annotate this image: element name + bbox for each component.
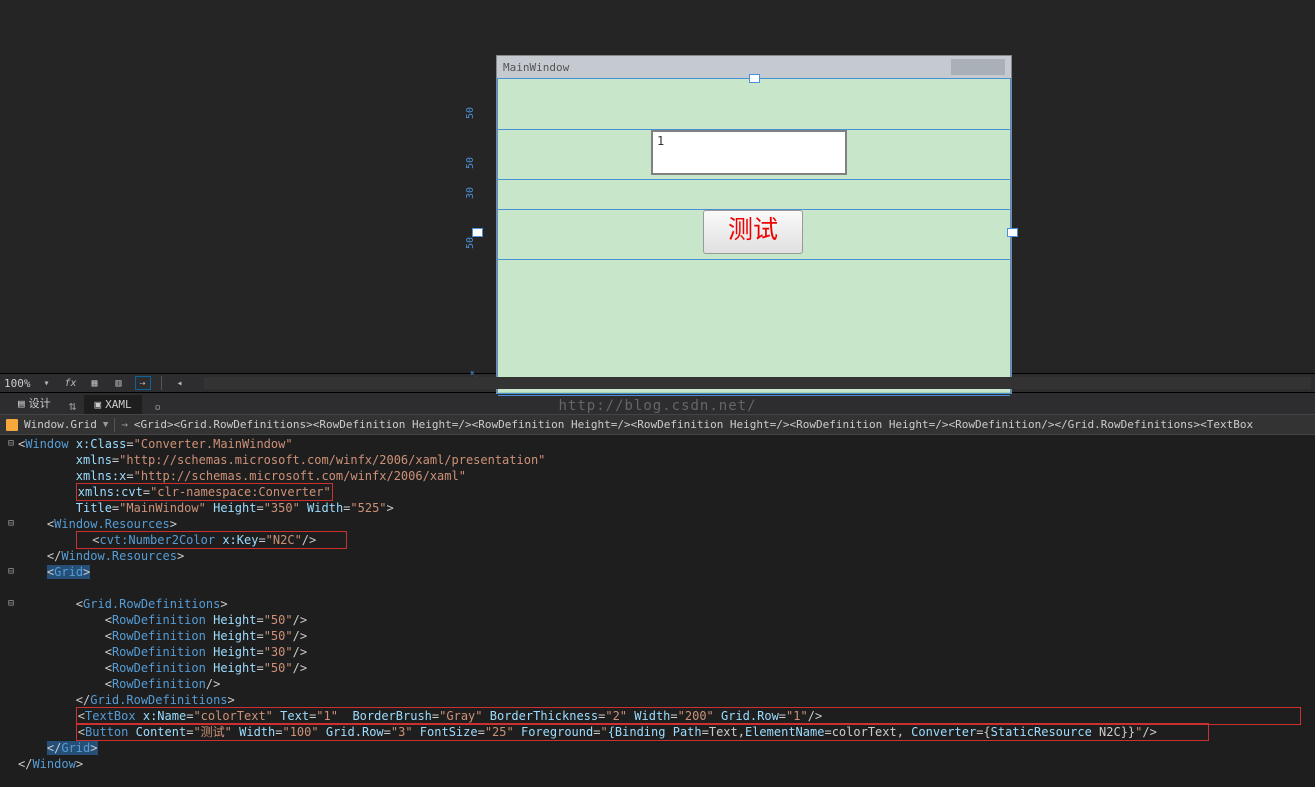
resize-handle-right[interactable]	[1007, 228, 1018, 237]
xaml-icon: ▣	[94, 398, 101, 411]
divider	[161, 376, 162, 390]
close-icon	[987, 59, 1005, 75]
snapping-icon[interactable]: ▥	[111, 376, 127, 390]
grid-row-line: 50	[498, 259, 1010, 260]
row-height-label: 30	[465, 187, 476, 199]
scroll-left-icon[interactable]: ◂	[172, 376, 188, 390]
resize-handle-left[interactable]	[472, 228, 483, 237]
grid-icon[interactable]: ▦	[87, 376, 103, 390]
swap-panes-icon[interactable]: ⇅	[69, 399, 77, 414]
breadcrumb-path[interactable]: <Grid><Grid.RowDefinitions><RowDefinitio…	[134, 418, 1253, 431]
min-icon	[951, 59, 969, 75]
preview-window-buttons	[951, 59, 1005, 75]
fx-icon[interactable]: fx	[63, 376, 79, 390]
xaml-breadcrumb-bar: Window.Grid ▼ → <Grid><Grid.RowDefinitio…	[0, 415, 1315, 435]
xaml-editor[interactable]: ⊟<Window x:Class="Converter.MainWindow" …	[0, 435, 1315, 787]
preview-textbox[interactable]: 1	[651, 130, 847, 175]
preview-button[interactable]: 测试	[703, 210, 803, 254]
row-height-label: 50	[465, 237, 476, 249]
resize-handle-top[interactable]	[749, 74, 760, 83]
snap-lines-icon[interactable]: ⇢	[135, 376, 151, 390]
grid-row-line: 1*	[498, 395, 1010, 396]
arrow-right-icon: →	[121, 418, 128, 431]
breadcrumb-element[interactable]: Window.Grid	[24, 418, 97, 431]
zoom-level[interactable]: 100%	[4, 377, 31, 390]
preview-client[interactable]: 50 50 30 50 1* 1 测试	[497, 78, 1011, 393]
tab-label: XAML	[105, 398, 132, 411]
tab-label: 设计	[29, 395, 51, 411]
preview-window: MainWindow 50 50 30 50 1* 1 测试	[496, 55, 1012, 394]
divider	[114, 418, 115, 432]
preview-title: MainWindow	[503, 61, 569, 74]
chevron-down-icon[interactable]: ▼	[103, 420, 108, 430]
chevron-down-icon[interactable]: ▾	[39, 376, 55, 390]
horizontal-scrollbar[interactable]	[204, 377, 1312, 389]
xaml-designer-surface[interactable]: MainWindow 50 50 30 50 1* 1 测试	[0, 0, 1315, 373]
row-height-label: 50	[465, 157, 476, 169]
element-icon	[6, 419, 18, 431]
doc-icon: ▤	[18, 397, 25, 410]
popup-icon[interactable]: ▫	[150, 400, 166, 414]
grid-row-line: 50	[498, 179, 1010, 180]
tab-xaml[interactable]: ▣ XAML	[84, 395, 141, 414]
tab-design[interactable]: ▤ 设计	[8, 392, 61, 414]
max-icon	[969, 59, 987, 75]
watermark-text: http://blog.csdn.net/	[558, 398, 756, 414]
row-height-label: 50	[465, 107, 476, 119]
